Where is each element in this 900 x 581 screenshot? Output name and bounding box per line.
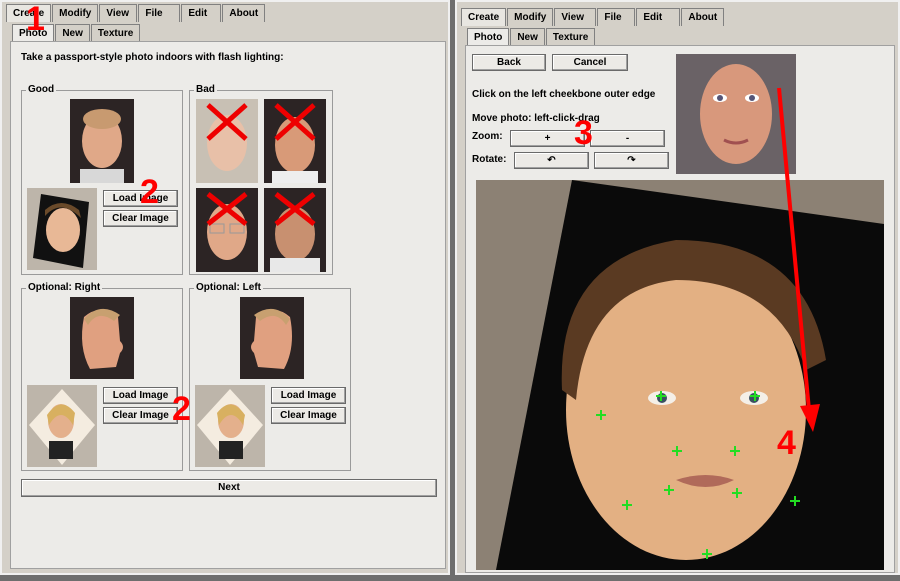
callout-2a: 2 bbox=[140, 173, 159, 211]
right-window: Create Modify View File Edit About Photo… bbox=[455, 0, 900, 575]
optional-left-title: Optional: Left bbox=[194, 282, 263, 293]
callout-3: 3 bbox=[574, 114, 593, 152]
clear-image-right-button[interactable]: Clear Image bbox=[103, 407, 178, 424]
left-window: Create Modify View File Edit About Photo… bbox=[0, 0, 450, 575]
tab-texture[interactable]: Texture bbox=[90, 24, 141, 41]
bad-example-photo-1 bbox=[196, 99, 258, 183]
next-button[interactable]: Next bbox=[21, 479, 437, 497]
menu-modify[interactable]: Modify bbox=[52, 4, 99, 22]
loaded-front-photo bbox=[27, 188, 97, 270]
optional-right-group: Optional: Right Load Image Clear Image bbox=[21, 282, 183, 471]
menu-edit[interactable]: Edit bbox=[181, 4, 222, 22]
menu-view[interactable]: View bbox=[99, 4, 138, 22]
loaded-right-photo bbox=[27, 385, 97, 467]
good-group-title: Good bbox=[26, 84, 57, 95]
left-profile-example-photo bbox=[240, 297, 304, 379]
loaded-left-photo bbox=[195, 385, 265, 467]
right-profile-example-photo bbox=[70, 297, 134, 379]
bad-example-photo-4 bbox=[264, 188, 326, 272]
good-example-photo bbox=[70, 99, 134, 183]
menu-file[interactable]: File bbox=[138, 4, 181, 22]
callout-arrow bbox=[777, 87, 820, 432]
load-image-right-button[interactable]: Load Image bbox=[103, 387, 178, 404]
bad-group: Bad bbox=[189, 84, 333, 275]
optional-right-title: Optional: Right bbox=[26, 282, 103, 293]
instruction-text: Take a passport-style photo indoors with… bbox=[21, 52, 284, 63]
tab-new[interactable]: New bbox=[55, 24, 90, 41]
optional-left-group: Optional: Left Load Image Clear Image bbox=[189, 282, 351, 471]
bad-group-title: Bad bbox=[194, 84, 217, 95]
bad-example-photo-3 bbox=[196, 188, 258, 272]
photo-page: Take a passport-style photo indoors with… bbox=[10, 41, 446, 569]
callout-2b: 2 bbox=[172, 390, 191, 428]
load-image-left-button[interactable]: Load Image bbox=[271, 387, 346, 404]
clear-image-button[interactable]: Clear Image bbox=[103, 210, 178, 227]
bad-example-photo-2 bbox=[264, 99, 326, 183]
menu-bar: Create Modify View File Edit About bbox=[6, 4, 266, 24]
clear-image-left-button[interactable]: Clear Image bbox=[271, 407, 346, 424]
callout-1: 1 bbox=[26, 0, 45, 38]
menu-about[interactable]: About bbox=[222, 4, 266, 22]
callout-4: 4 bbox=[777, 424, 796, 462]
